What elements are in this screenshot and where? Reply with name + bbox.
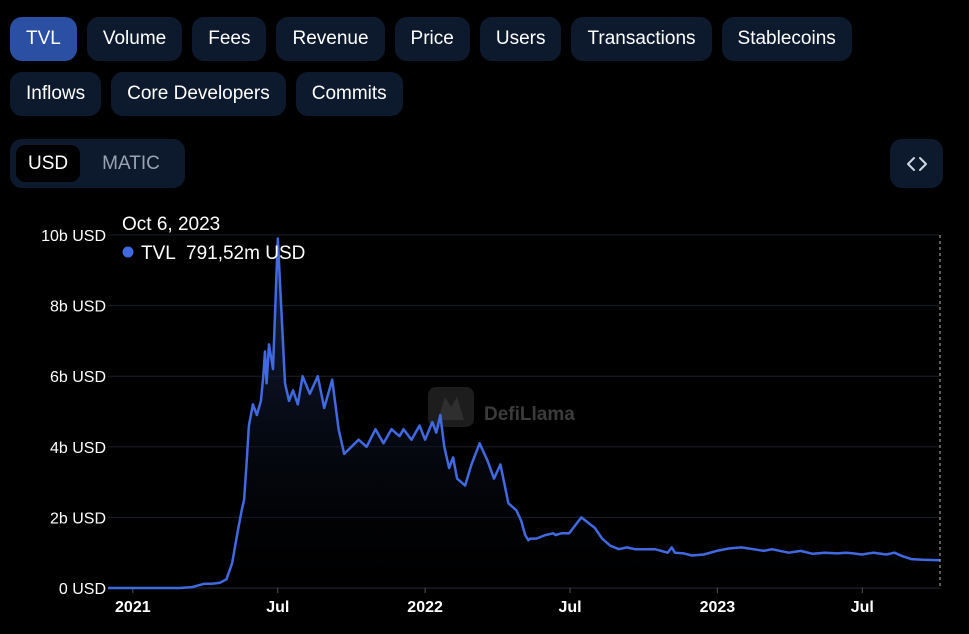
metric-tabs-row-1: TVL Volume Fees Revenue Price Users Transactio… [10, 17, 852, 61]
x-tick-label: 2023 [700, 599, 736, 616]
tooltip-date: Oct 6, 2023 [122, 214, 220, 235]
tooltip-series-dot [122, 246, 134, 258]
x-axis: 2021 Jul 2022 Jul 2023 Jul [115, 588, 874, 616]
tab-transactions[interactable]: Transactions [571, 17, 712, 61]
tab-core-developers[interactable]: Core Developers [111, 72, 286, 116]
unit-matic-button[interactable]: MATIC [90, 145, 172, 182]
tooltip-series-name: TVL [141, 243, 176, 264]
tab-volume[interactable]: Volume [86, 17, 183, 61]
y-tick-label: 4b USD [50, 440, 106, 457]
tab-revenue[interactable]: Revenue [276, 17, 385, 61]
y-tick-label: 2b USD [50, 510, 106, 527]
y-tick-label: 6b USD [50, 369, 106, 386]
tab-tvl[interactable]: TVL [10, 17, 77, 61]
tab-price[interactable]: Price [394, 17, 470, 61]
metric-tabs-row-2: Inflows Core Developers Commits [10, 72, 403, 116]
x-tick-label: 2022 [407, 599, 443, 616]
unit-usd-button[interactable]: USD [16, 145, 81, 182]
unit-toggle: USD MATIC [10, 139, 185, 188]
tab-commits[interactable]: Commits [295, 72, 403, 116]
x-tick-label: Jul [558, 599, 581, 616]
embed-button[interactable] [890, 139, 943, 188]
y-tick-label: 10b USD [41, 228, 106, 245]
y-tick-label: 0 USD [59, 581, 106, 598]
tooltip-value: 791,52m USD [186, 243, 305, 264]
x-tick-label: Jul [266, 599, 289, 616]
tab-stablecoins[interactable]: Stablecoins [721, 17, 852, 61]
x-tick-label: Jul [851, 599, 874, 616]
y-axis: 0 USD 2b USD 4b USD 6b USD 8b USD 10b USD [41, 228, 106, 598]
tvl-chart: 0 USD 2b USD 4b USD 6b USD 8b USD 10b USD 202… [41, 214, 941, 616]
watermark-label: DefiLlama [484, 404, 575, 425]
x-tick-label: 2021 [115, 599, 151, 616]
tab-users[interactable]: Users [479, 17, 562, 61]
tab-fees[interactable]: Fees [192, 17, 267, 61]
tab-inflows[interactable]: Inflows [10, 72, 102, 116]
y-tick-label: 8b USD [50, 299, 106, 316]
code-brackets-icon [906, 156, 927, 171]
defillama-watermark: DefiLlama [428, 387, 575, 427]
